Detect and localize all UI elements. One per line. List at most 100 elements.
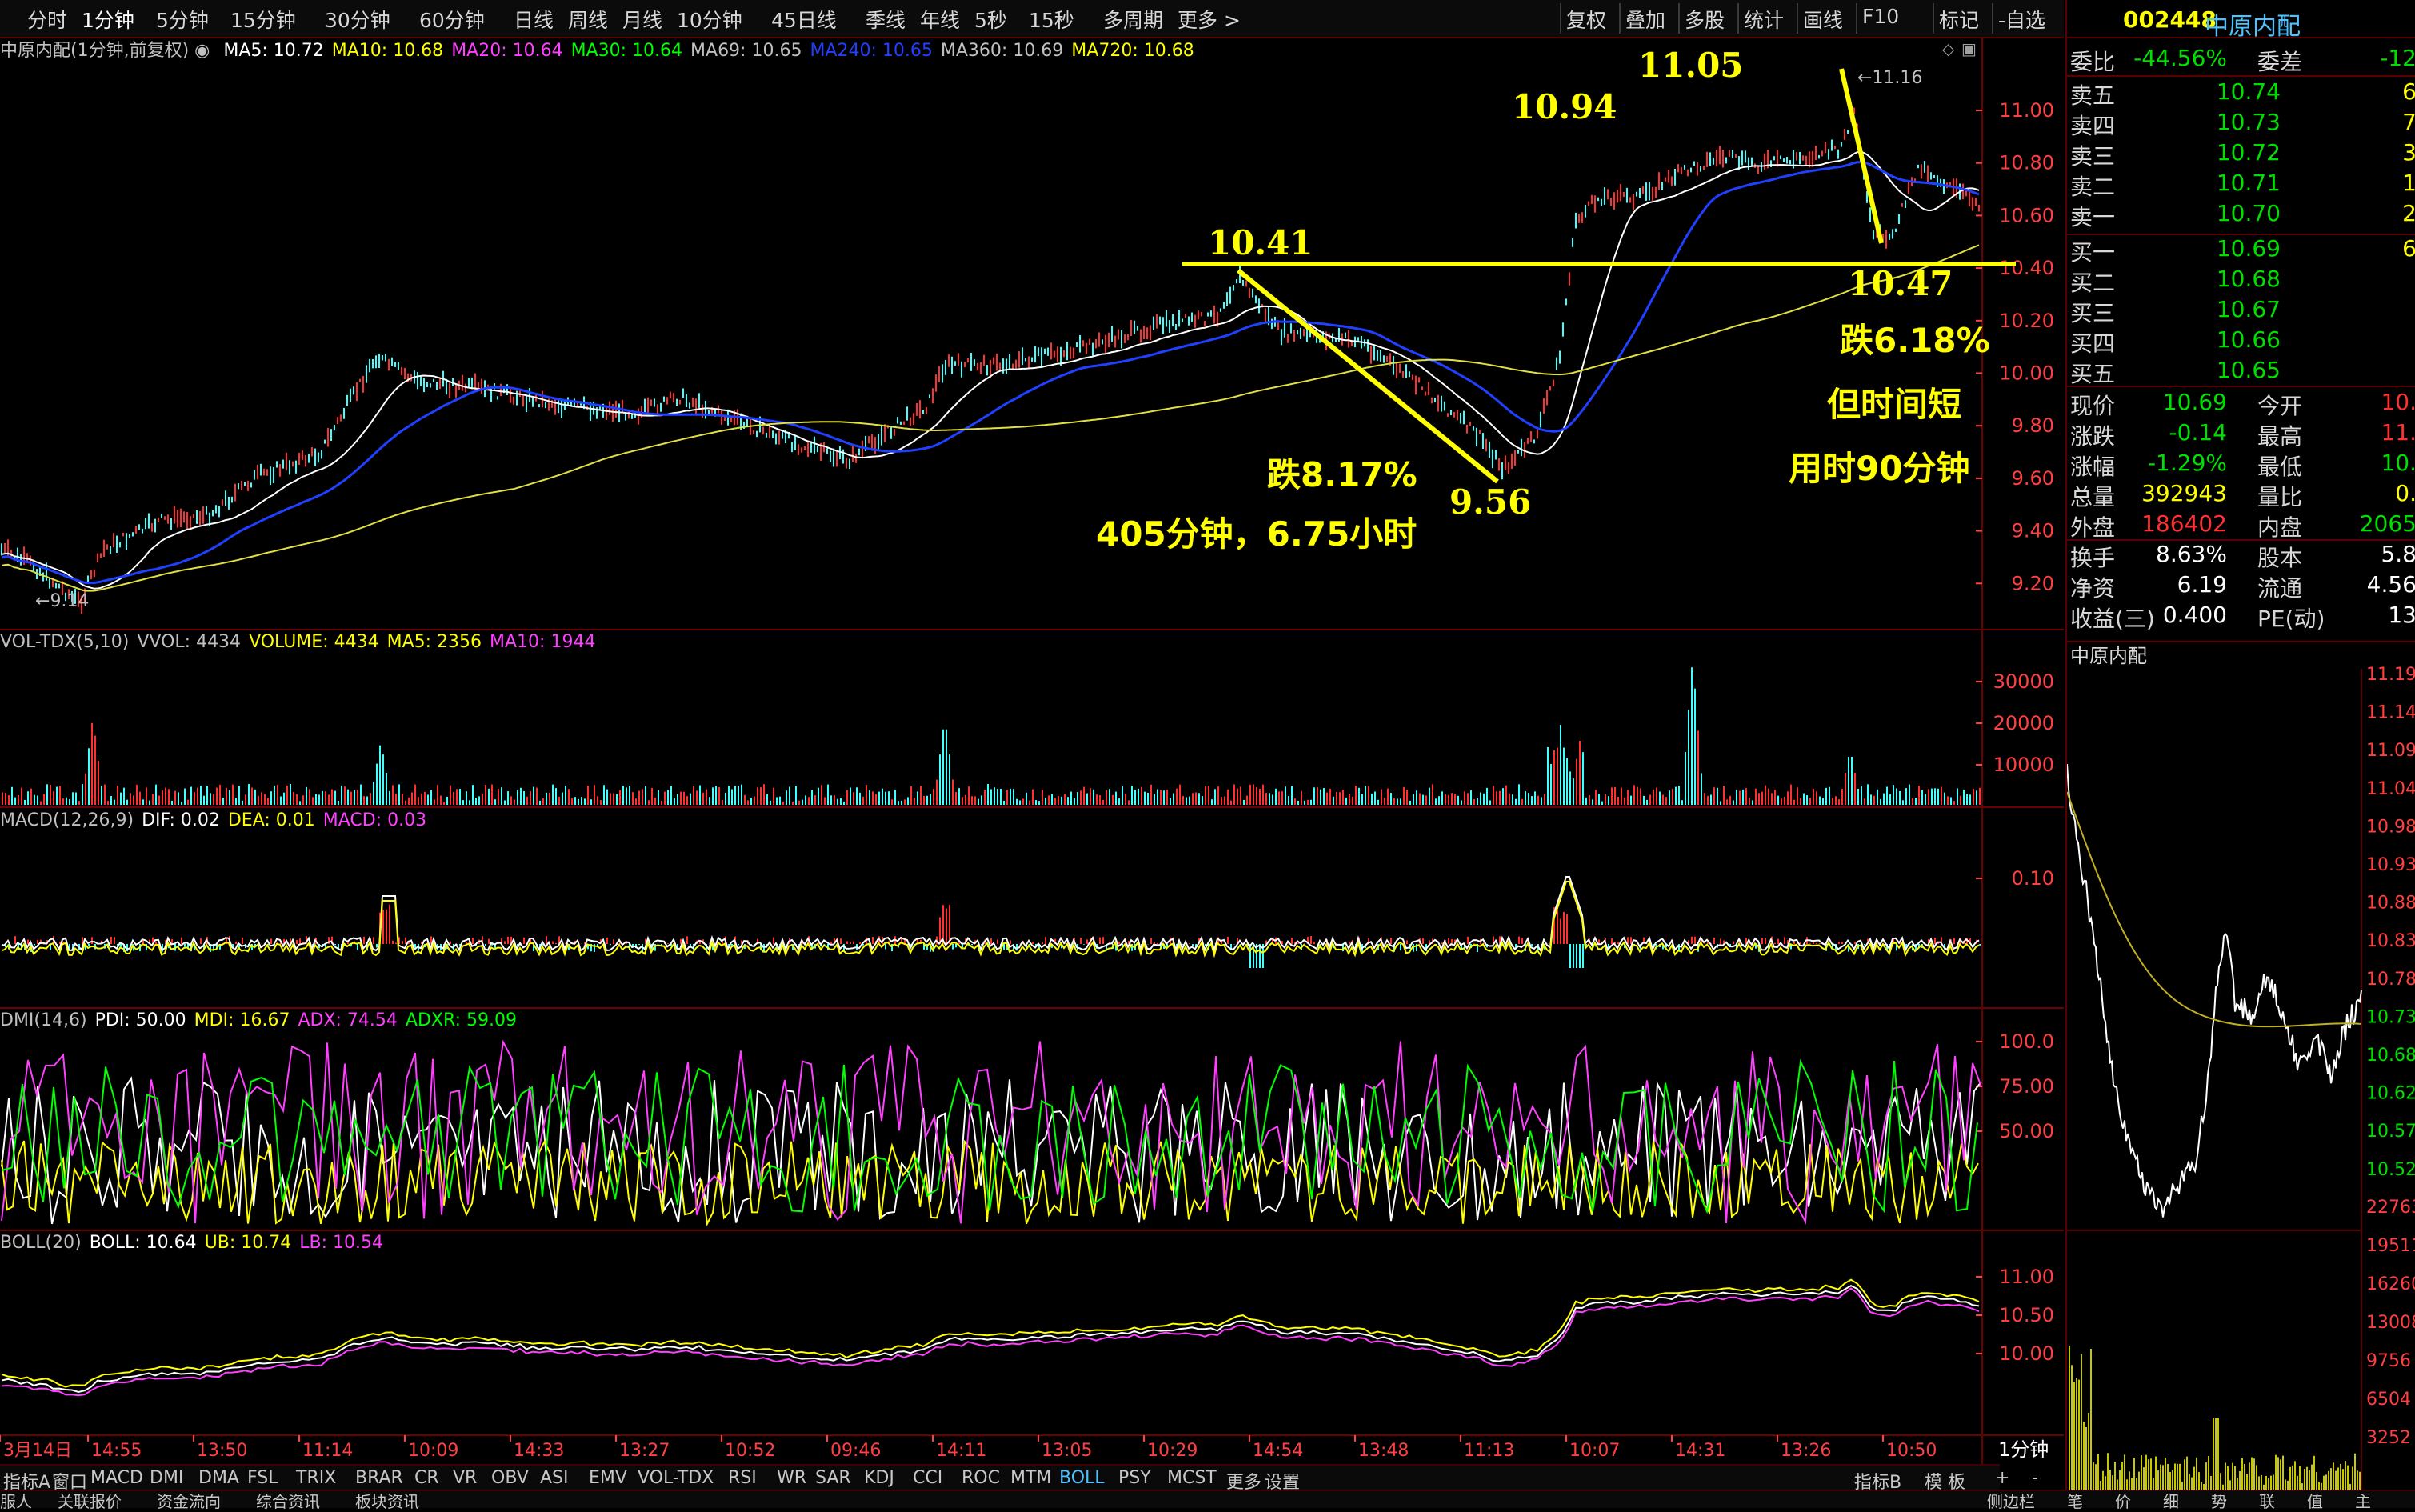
volume-bar — [782, 802, 784, 805]
period-15[interactable]: 多周期 — [1103, 5, 1163, 34]
buy-level-3[interactable]: 买三10.67 — [2067, 296, 2415, 326]
divider — [2067, 75, 2415, 77]
sell-level-3[interactable]: 卖三10.723 — [2067, 139, 2415, 170]
indicator-tab-9[interactable]: VR — [453, 1468, 477, 1488]
volume-bar — [1893, 785, 1894, 805]
side-tab-7[interactable]: 主 — [2355, 1489, 2371, 1512]
period-13[interactable]: 5秒 — [974, 5, 1007, 34]
toolbar-action-5[interactable]: F10 — [1862, 5, 1899, 28]
side-tab-3[interactable]: 细 — [2163, 1489, 2179, 1512]
toolbar-action-1[interactable]: 叠加 — [1625, 5, 1665, 34]
side-tab-6[interactable]: 值 — [2307, 1489, 2323, 1512]
quote-price: 10.71 — [2217, 170, 2281, 196]
indicator-tab-23[interactable]: MCST — [1167, 1468, 1217, 1488]
period-9[interactable]: 10分钟 — [677, 5, 742, 34]
indicator-tab-14[interactable]: RSI — [728, 1468, 757, 1488]
volume-bar — [904, 799, 906, 805]
period-12[interactable]: 年线 — [920, 5, 960, 34]
period-16[interactable]: 更多 > — [1178, 5, 1241, 34]
chart-window-icon[interactable]: ▣ — [1961, 39, 1977, 58]
period-0[interactable]: 分时 — [27, 5, 67, 34]
volume-bar — [1243, 800, 1245, 805]
side-tab-0[interactable]: 侧边栏 — [1987, 1489, 2035, 1512]
period-1[interactable]: 1分钟 — [82, 5, 134, 34]
buy-level-1[interactable]: 买一10.696 — [2067, 235, 2415, 266]
intraday-mini-chart[interactable]: 中原内配11.1911.1411.0911.0410.9810.9310.881… — [2067, 640, 2415, 1490]
volume-bar — [1253, 784, 1254, 805]
volume-bar — [994, 787, 995, 805]
toolbar-action-3[interactable]: 统计 — [1744, 5, 1784, 34]
indicator-tab-3[interactable]: DMI — [150, 1468, 183, 1488]
status-tab-4[interactable]: 板块资讯 — [355, 1489, 419, 1512]
period-14[interactable]: 15秒 — [1029, 5, 1074, 34]
indicator-tab-15[interactable]: WR — [777, 1468, 806, 1488]
macd-bar — [1694, 937, 1696, 944]
buy-level-5[interactable]: 买五10.65 — [2067, 357, 2415, 387]
chart-settings-icon[interactable]: ◇ — [1942, 39, 1955, 58]
indicator-tab-18[interactable]: CCI — [913, 1468, 942, 1488]
status-tab-1[interactable]: 关联报价 — [58, 1489, 122, 1512]
period-6[interactable]: 日线 — [514, 5, 554, 34]
side-tab-1[interactable]: 笔 — [2067, 1489, 2083, 1512]
decline-trend-line-2[interactable] — [1841, 69, 1881, 243]
side-tab-4[interactable]: 势 — [2211, 1489, 2227, 1512]
volume-bar — [1160, 790, 1162, 805]
period-5[interactable]: 60分钟 — [419, 5, 485, 34]
indicator-tab-19[interactable]: ROC — [962, 1468, 1000, 1488]
period-3[interactable]: 15分钟 — [230, 5, 296, 34]
period-8[interactable]: 月线 — [622, 5, 662, 34]
period-11[interactable]: 季线 — [866, 5, 906, 34]
toolbar-action-0[interactable]: 复权 — [1566, 5, 1606, 34]
buy-level-4[interactable]: 买四10.66 — [2067, 326, 2415, 357]
toolbar-action-4[interactable]: 画线 — [1803, 5, 1843, 34]
volume-bar — [1531, 796, 1533, 805]
side-tab-5[interactable]: 联 — [2259, 1489, 2275, 1512]
indicator-tab-7[interactable]: BRAR — [355, 1468, 403, 1488]
toolbar-action-6[interactable]: 标记 — [1939, 5, 1979, 34]
volume-bar — [1653, 790, 1654, 805]
tab-right-2[interactable]: + — [1995, 1468, 2009, 1488]
macd-bar — [1205, 944, 1206, 946]
macd-bar — [1118, 942, 1120, 944]
period-7[interactable]: 周线 — [568, 5, 608, 34]
indicator-tab-21[interactable]: BOLL — [1059, 1468, 1105, 1488]
indicator-tab-2[interactable]: MACD — [90, 1468, 143, 1488]
decline-trend-line-1[interactable] — [1238, 270, 1497, 482]
indicator-tab-8[interactable]: CR — [414, 1468, 439, 1488]
indicator-tab-20[interactable]: MTM — [1010, 1468, 1051, 1488]
tab-right-3[interactable]: - — [2032, 1468, 2038, 1488]
indicator-tab-13[interactable]: VOL-TDX — [638, 1468, 714, 1488]
status-tab-3[interactable]: 综合资讯 — [256, 1489, 320, 1512]
macd-bar — [1934, 938, 1936, 944]
volume-bar — [338, 801, 339, 805]
sell-level-4[interactable]: 卖四10.737 — [2067, 109, 2415, 139]
indicator-tab-16[interactable]: SAR — [815, 1468, 851, 1488]
period-2[interactable]: 5分钟 — [156, 5, 209, 34]
status-tab-0[interactable]: 服人 — [0, 1489, 32, 1512]
indicator-tab-11[interactable]: ASI — [540, 1468, 569, 1488]
chart-area[interactable]: 中原内配(1分钟,前复权) ◉ MA5: 10.72MA10: 10.68MA2… — [0, 37, 2064, 1464]
indicator-tab-17[interactable]: KDJ — [864, 1468, 894, 1488]
toolbar-action-7[interactable]: -自选 — [1998, 5, 2045, 34]
period-10[interactable]: 45日线 — [771, 5, 837, 34]
side-tab-2[interactable]: 价 — [2115, 1489, 2131, 1512]
mini-volume-bar — [2162, 1465, 2164, 1490]
sell-level-5[interactable]: 卖五10.746 — [2067, 78, 2415, 109]
indicator-tab-10[interactable]: OBV — [491, 1468, 529, 1488]
indicator-tab-6[interactable]: TRIX — [296, 1468, 336, 1488]
macd-bar — [242, 938, 243, 944]
indicator-tab-4[interactable]: DMA — [198, 1468, 239, 1488]
status-tab-2[interactable]: 资金流向 — [157, 1489, 221, 1512]
sell-level-2[interactable]: 卖二10.711 — [2067, 170, 2415, 200]
indicator-tab-22[interactable]: PSY — [1118, 1468, 1151, 1488]
indicator-tab-5[interactable]: FSL — [247, 1468, 278, 1488]
buy-level-2[interactable]: 买二10.68 — [2067, 266, 2415, 296]
period-4[interactable]: 30分钟 — [325, 5, 390, 34]
sell-level-1[interactable]: 卖一10.702 — [2067, 200, 2415, 230]
indicator-tab-12[interactable]: EMV — [589, 1468, 627, 1488]
volume-bar — [290, 784, 291, 805]
volume-bar — [482, 794, 483, 805]
toolbar-action-2[interactable]: 多股 — [1685, 5, 1725, 34]
macd-bar — [594, 944, 595, 952]
volume-bar — [178, 792, 179, 805]
